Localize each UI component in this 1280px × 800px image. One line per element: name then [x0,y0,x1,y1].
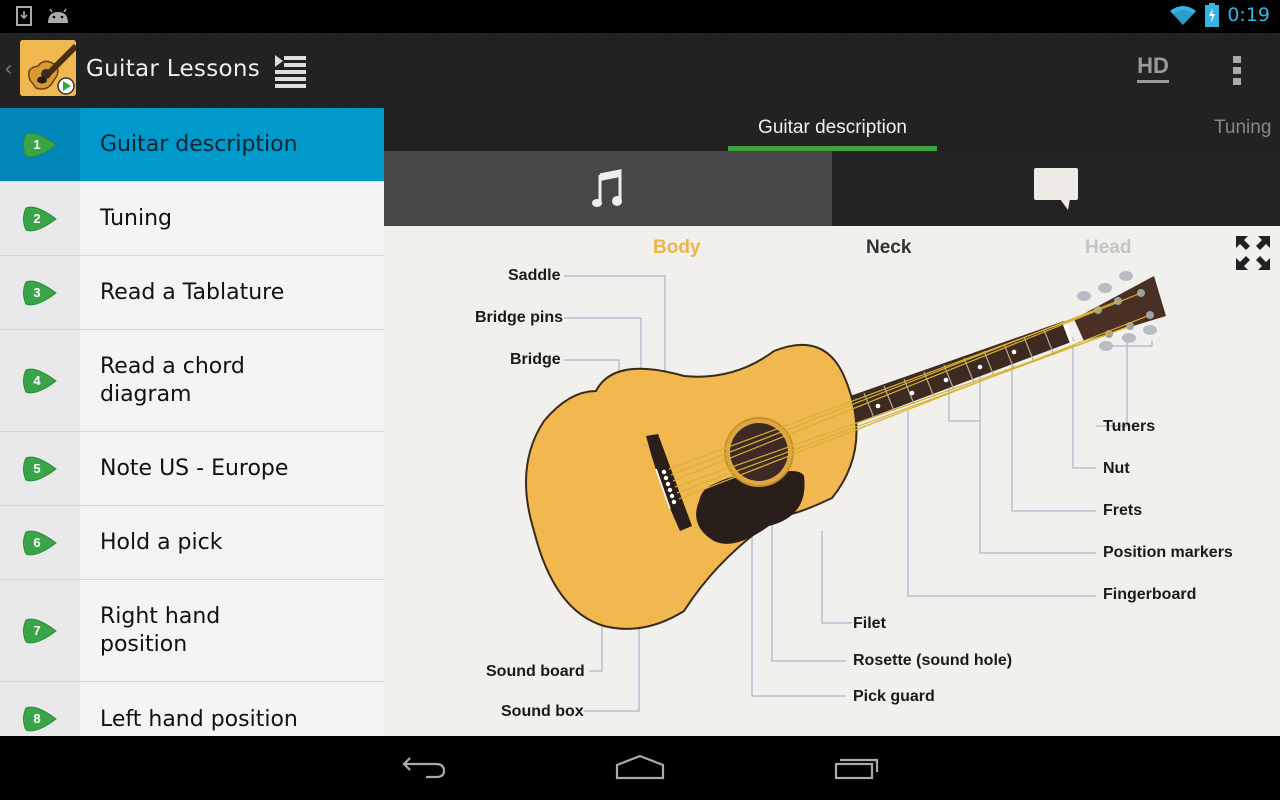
home-icon [615,754,665,780]
up-caret-icon[interactable]: ‹ [4,57,13,82]
lesson-item-6[interactable]: 6 Hold a pick [0,506,384,580]
recent-apps-icon [834,758,879,780]
lesson-label: Read a chord diagram [100,353,245,407]
app-title: Guitar Lessons [86,56,261,82]
label-frets: Frets [1103,502,1143,519]
music-note-icon [592,168,622,207]
tab-tuning[interactable]: Tuning [1214,117,1271,139]
label-position-markers: Position markers [1103,544,1233,561]
label-saddle: Saddle [508,267,561,284]
back-button[interactable] [394,750,454,786]
mode-toggle [384,151,1280,226]
label-filet: Filet [853,615,886,632]
lesson-label: Note US - Europe [100,455,289,481]
label-tuners: Tuners [1103,418,1156,435]
lesson-label: Read a Tablature [100,279,285,305]
tab-guitar-description[interactable]: Guitar description [728,117,937,139]
system-nav-bar [0,736,1280,800]
guitar-diagram: Body Neck Head Saddle Bridge pins Bridge… [384,226,1280,736]
lesson-item-2[interactable]: 2 Tuning [0,182,384,256]
lesson-label: Guitar description [100,131,298,157]
lesson-item-5[interactable]: 5 Note US - Europe [0,432,384,506]
android-icon [48,8,68,23]
lesson-number-badge: 8 [22,705,58,733]
lesson-number-badge: 3 [22,279,58,307]
clock: 0:19 [1227,4,1270,26]
label-sound-board: Sound board [486,663,585,680]
speech-bubble-icon [1034,167,1078,210]
lesson-content: Guitar description Tuning Body Neck Head… [384,108,1280,736]
section-neck[interactable]: Neck [866,237,911,259]
battery-charging-icon [1205,3,1220,27]
recent-apps-button[interactable] [826,750,886,786]
download-icon [16,6,32,26]
label-fingerboard: Fingerboard [1103,586,1197,603]
guitar-illustration [525,271,1166,712]
drawer-list-icon [275,55,306,88]
expand-icon [1236,236,1270,270]
section-head[interactable]: Head [1085,237,1131,259]
label-pick-guard: Pick guard [853,688,935,705]
back-icon [402,757,446,779]
lesson-number-badge: 6 [22,529,58,557]
drawer-toggle-button[interactable] [270,51,310,91]
comment-mode-button[interactable] [832,151,1280,226]
lesson-label: Hold a pick [100,529,223,555]
home-button[interactable] [610,750,670,786]
lesson-number-badge: 2 [22,205,58,233]
label-nut: Nut [1103,460,1130,477]
label-sound-box: Sound box [501,703,584,720]
lesson-label: Right hand position [100,603,221,657]
lesson-number-badge: 7 [22,617,58,645]
fullscreen-button[interactable] [1234,234,1272,272]
lesson-item-4[interactable]: 4 Read a chord diagram [0,330,384,432]
lesson-item-3[interactable]: 3 Read a Tablature [0,256,384,330]
section-body[interactable]: Body [653,237,701,259]
overflow-menu-icon[interactable] [1226,53,1248,89]
hd-underline [1137,80,1169,83]
label-bridge: Bridge [510,351,561,368]
lesson-item-1[interactable]: 1 Guitar description [0,108,384,182]
hd-toggle-button[interactable]: HD [1130,53,1176,89]
lesson-tabs: Guitar description Tuning [384,108,1280,151]
label-rosette: Rosette (sound hole) [853,652,1013,669]
status-bar: 0:19 [0,0,1280,33]
action-bar: ‹ Guitar Lessons HD [0,33,1280,108]
guitar-body [525,343,858,630]
lesson-number-badge: 5 [22,455,58,483]
app-guitar-icon[interactable] [20,40,76,96]
hd-label: HD [1137,53,1169,78]
lesson-item-8[interactable]: 8 Left hand position [0,682,384,736]
lesson-label: Left hand position [100,707,298,732]
lesson-number-badge: 4 [22,367,58,395]
music-mode-button[interactable] [384,151,832,226]
label-bridge-pins: Bridge pins [475,309,564,326]
lesson-list[interactable]: 1 Guitar description 2 Tuning 3 Read a T… [0,108,384,736]
lesson-item-7[interactable]: 7 Right hand position [0,580,384,682]
wifi-icon [1170,6,1197,25]
lesson-number-badge: 1 [22,131,58,159]
lesson-label: Tuning [100,205,173,231]
